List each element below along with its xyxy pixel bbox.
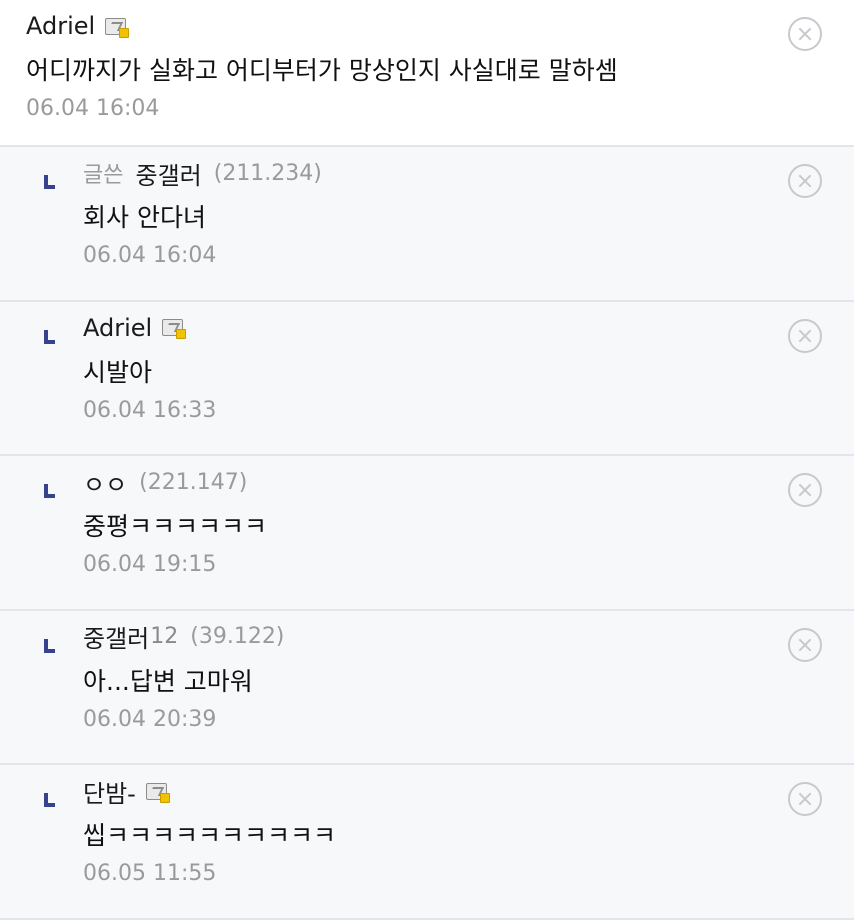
comment-date: 06.04 19:15 <box>83 552 217 577</box>
delete-comment-button[interactable] <box>788 318 822 353</box>
comment-nickname[interactable]: ㅇㅇ <box>83 465 127 500</box>
delete-comment-button[interactable] <box>788 782 822 816</box>
reply-item: 중갤러 12 (39.122) 아...답변 고마워 06.04 20:39 <box>0 610 854 765</box>
comment-text: 중평ㅋㅋㅋㅋㅋㅋ <box>83 512 268 541</box>
nickname-suffix: 12 <box>150 624 179 649</box>
comment-author-row: Adriel <box>83 312 854 344</box>
comment-date: 06.04 20:39 <box>83 706 217 732</box>
comment-ip: (39.122) <box>190 624 285 649</box>
comment-text: 회사 안다녀 <box>83 203 206 232</box>
comment-author-row: Adriel <box>26 10 854 42</box>
comment-nickname[interactable]: Adriel <box>26 12 95 40</box>
reply-arrow-icon <box>44 484 55 498</box>
reply-arrow-icon <box>44 329 55 344</box>
reply-item: 글쓴 중갤러 (211.234) 회사 안다녀 06.04 16:04 <box>0 147 854 302</box>
reply-arrow-icon <box>44 175 55 189</box>
comment-nickname[interactable]: 단밤- <box>83 774 136 809</box>
comment-author-row: 중갤러 12 (39.122) <box>83 621 854 653</box>
reply-item: 단밤- 씹ㅋㅋㅋㅋㅋㅋㅋㅋㅋㅋ 06.05 11:55 <box>0 765 854 920</box>
reply-arrow-icon <box>44 793 55 807</box>
comment-author-row: 단밤- <box>83 774 854 809</box>
comment-nickname[interactable]: Adriel <box>83 314 152 342</box>
comment-text: 어디까지가 실화고 어디부터가 망상인지 사실대로 말하셈 <box>26 56 618 85</box>
comment-date: 06.04 16:33 <box>83 397 217 423</box>
gallery-nick-icon <box>145 782 170 803</box>
reply-item: ㅇㅇ (221.147) 중평ㅋㅋㅋㅋㅋㅋ 06.04 19:15 <box>0 456 854 611</box>
gallery-nick-icon <box>105 17 130 38</box>
comment-ip: (211.234) <box>213 160 322 186</box>
delete-comment-button[interactable] <box>788 473 822 507</box>
comment-author-row: 글쓴 중갤러 (211.234) <box>83 156 854 191</box>
comment-item: Adriel 어디까지가 실화고 어디부터가 망상인지 사실대로 말하셈 06.… <box>0 0 854 147</box>
delete-comment-button[interactable] <box>788 17 822 51</box>
comment-date: 06.04 16:04 <box>83 243 217 268</box>
comment-nickname[interactable]: 중갤러 <box>83 619 149 654</box>
comment-date: 06.05 11:55 <box>83 861 217 886</box>
comment-author-row: ㅇㅇ (221.147) <box>83 465 854 500</box>
comment-text: 씹ㅋㅋㅋㅋㅋㅋㅋㅋㅋㅋ <box>83 821 337 850</box>
reply-item: Adriel 시발아 06.04 16:33 <box>0 301 854 456</box>
gallery-nick-icon <box>162 319 187 339</box>
delete-comment-button[interactable] <box>788 164 822 198</box>
comment-date: 06.04 16:04 <box>26 96 160 121</box>
reply-arrow-icon <box>44 638 55 653</box>
comment-text: 시발아 <box>83 357 153 387</box>
comment-ip: (221.147) <box>139 469 248 495</box>
delete-comment-button[interactable] <box>788 627 822 662</box>
comment-text: 아...답변 고마워 <box>83 666 253 696</box>
writer-tag: 글쓴 <box>83 163 124 188</box>
comment-nickname[interactable]: 중갤러 <box>135 156 201 191</box>
